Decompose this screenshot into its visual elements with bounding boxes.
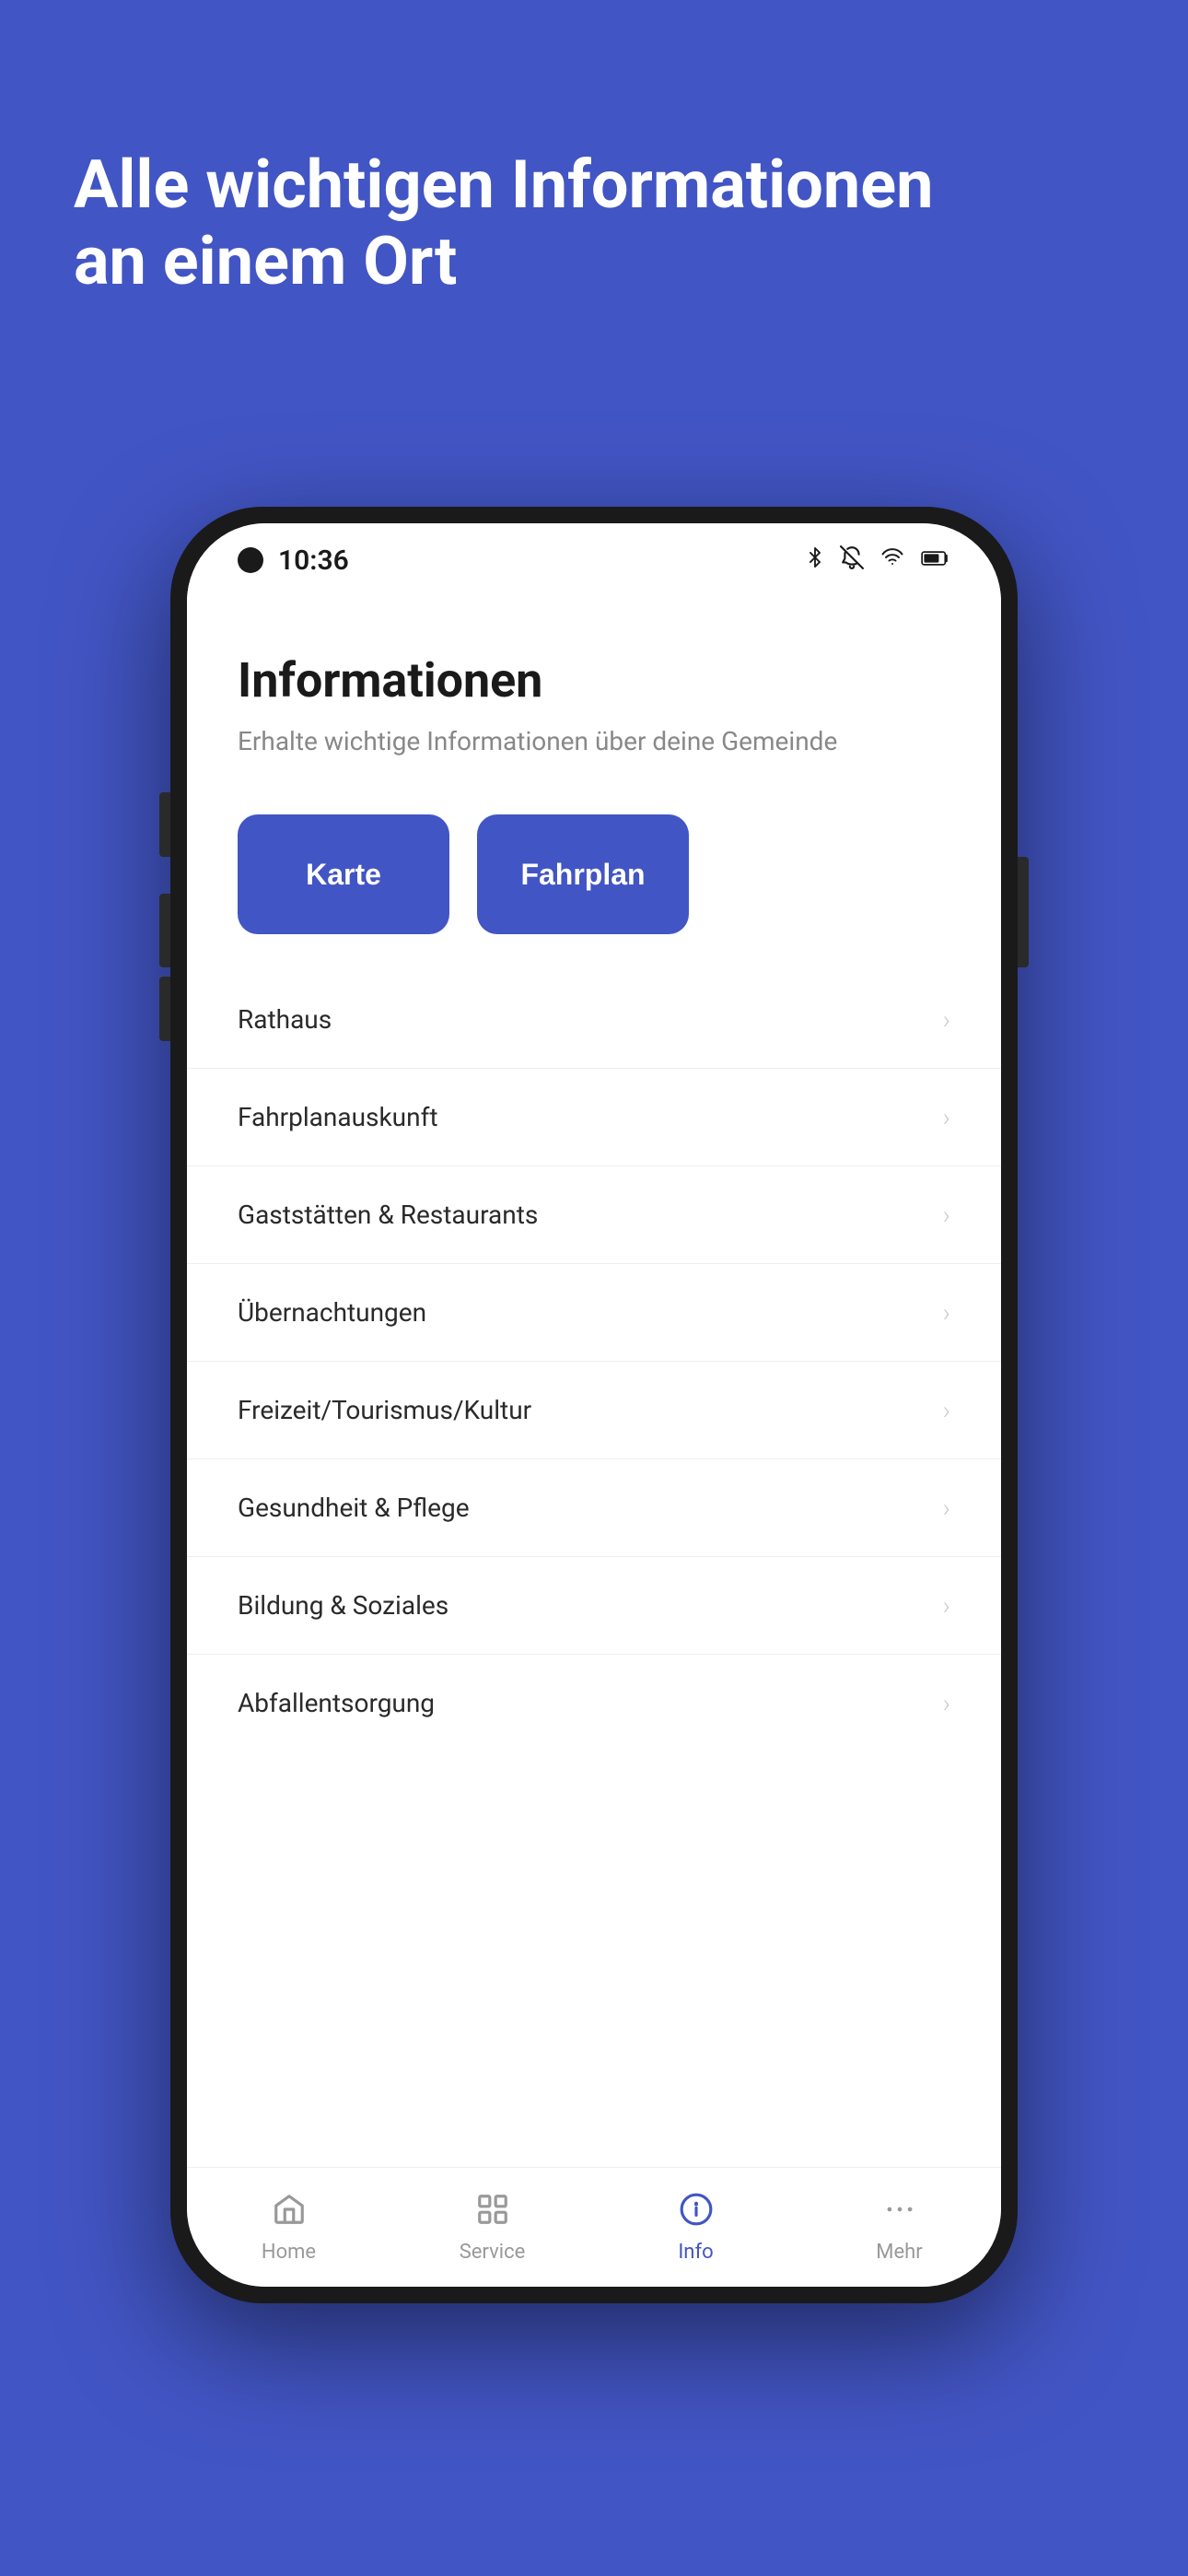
volume-down-button: [159, 977, 170, 1041]
nav-label-info: Info: [678, 2241, 713, 2264]
chevron-right-icon-gaststaetten: ›: [943, 1200, 950, 1230]
chevron-right-icon-uebernachtungen: ›: [943, 1297, 950, 1328]
quick-actions: Karte Fahrplan: [187, 787, 1001, 971]
phone-mockup: 10:36: [170, 507, 1018, 2303]
phone-shell: 10:36: [170, 507, 1018, 2303]
headline-line2: an einem Ort: [74, 222, 457, 300]
mehr-icon: [882, 2192, 917, 2235]
menu-item-rathaus[interactable]: Rathaus ›: [187, 971, 1001, 1069]
volume-up-button: [159, 792, 170, 857]
bottom-nav: Home Service: [187, 2167, 1001, 2287]
nav-item-info[interactable]: Info: [594, 2183, 798, 2273]
chevron-right-icon-bildung: ›: [943, 1590, 950, 1621]
fahrplan-button[interactable]: Fahrplan: [477, 814, 689, 934]
status-bar: 10:36: [187, 523, 1001, 597]
chevron-right-icon-rathaus: ›: [943, 1004, 950, 1035]
camera-dot: [238, 547, 263, 573]
nav-item-service[interactable]: Service: [390, 2183, 594, 2273]
nav-item-home[interactable]: Home: [187, 2183, 390, 2273]
info-icon: [679, 2192, 714, 2235]
menu-item-bildung[interactable]: Bildung & Soziales ›: [187, 1557, 1001, 1655]
menu-item-label-gesundheit: Gesundheit & Pflege: [238, 1493, 470, 1523]
menu-item-fahrplanauskunft[interactable]: Fahrplanauskunft ›: [187, 1069, 1001, 1166]
page-wrapper: Alle wichtigen Informationen an einem Or…: [0, 0, 1188, 2576]
app-content: Informationen Erhalte wichtige Informati…: [187, 597, 1001, 2167]
menu-item-uebernachtungen[interactable]: Übernachtungen ›: [187, 1264, 1001, 1362]
menu-item-label-gaststaetten: Gaststätten & Restaurants: [238, 1200, 538, 1230]
home-icon: [272, 2192, 307, 2235]
nav-label-home: Home: [262, 2241, 316, 2264]
chevron-right-icon-fahrplanauskunft: ›: [943, 1102, 950, 1132]
bell-off-icon: [840, 544, 864, 577]
app-title: Informationen: [238, 652, 950, 708]
wifi-icon: [879, 546, 906, 575]
app-subtitle: Erhalte wichtige Informationen über dein…: [238, 723, 950, 759]
menu-item-freizeit[interactable]: Freizeit/Tourismus/Kultur ›: [187, 1362, 1001, 1459]
chevron-right-icon-abfallentsorgung: ›: [943, 1688, 950, 1718]
app-header: Informationen Erhalte wichtige Informati…: [187, 597, 1001, 787]
status-time-area: 10:36: [238, 544, 349, 577]
nav-label-mehr: Mehr: [876, 2241, 922, 2264]
service-icon: [475, 2192, 510, 2235]
status-time: 10:36: [278, 544, 349, 577]
menu-item-label-abfallentsorgung: Abfallentsorgung: [238, 1688, 435, 1718]
menu-item-label-fahrplanauskunft: Fahrplanauskunft: [238, 1102, 437, 1132]
nav-label-service: Service: [460, 2241, 526, 2264]
menu-item-label-uebernachtungen: Übernachtungen: [238, 1297, 426, 1328]
headline: Alle wichtigen Informationen an einem Or…: [74, 147, 1114, 300]
chevron-right-icon-gesundheit: ›: [943, 1493, 950, 1523]
headline-line1: Alle wichtigen Informationen: [74, 146, 933, 224]
bluetooth-icon: [805, 544, 825, 578]
menu-item-gaststaetten[interactable]: Gaststätten & Restaurants ›: [187, 1166, 1001, 1264]
menu-item-label-bildung: Bildung & Soziales: [238, 1590, 448, 1621]
phone-screen: 10:36: [187, 523, 1001, 2287]
nav-item-mehr[interactable]: Mehr: [798, 2183, 1001, 2273]
chevron-right-icon-freizeit: ›: [943, 1395, 950, 1425]
status-icons: [805, 544, 950, 578]
menu-item-abfallentsorgung[interactable]: Abfallentsorgung ›: [187, 1655, 1001, 1751]
menu-item-gesundheit[interactable]: Gesundheit & Pflege ›: [187, 1459, 1001, 1557]
battery-icon: [921, 546, 950, 574]
karte-button[interactable]: Karte: [238, 814, 449, 934]
menu-list: Rathaus › Fahrplanauskunft › Gaststätten…: [187, 971, 1001, 2167]
menu-item-label-rathaus: Rathaus: [238, 1004, 332, 1035]
menu-item-label-freizeit: Freizeit/Tourismus/Kultur: [238, 1395, 531, 1425]
